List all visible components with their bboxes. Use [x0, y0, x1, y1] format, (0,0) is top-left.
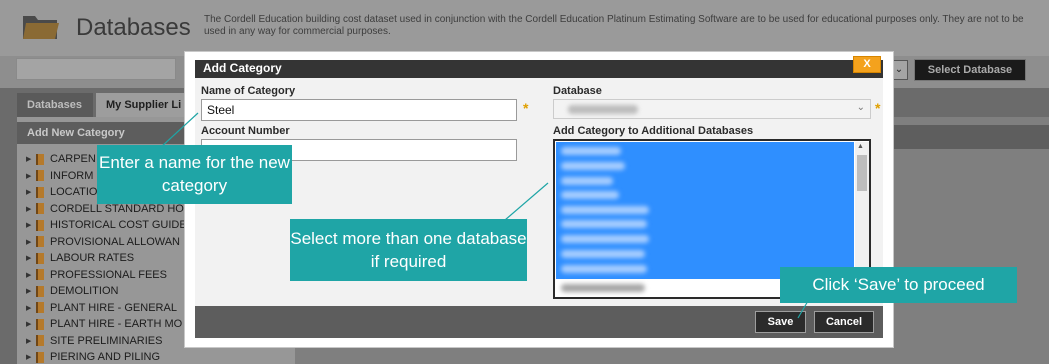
- callout-save-hint: Click ‘Save’ to proceed: [780, 267, 1017, 303]
- callout-name-hint: Enter a name for the new category: [97, 145, 292, 204]
- callout-database-hint: Select more than one database if require…: [290, 219, 527, 281]
